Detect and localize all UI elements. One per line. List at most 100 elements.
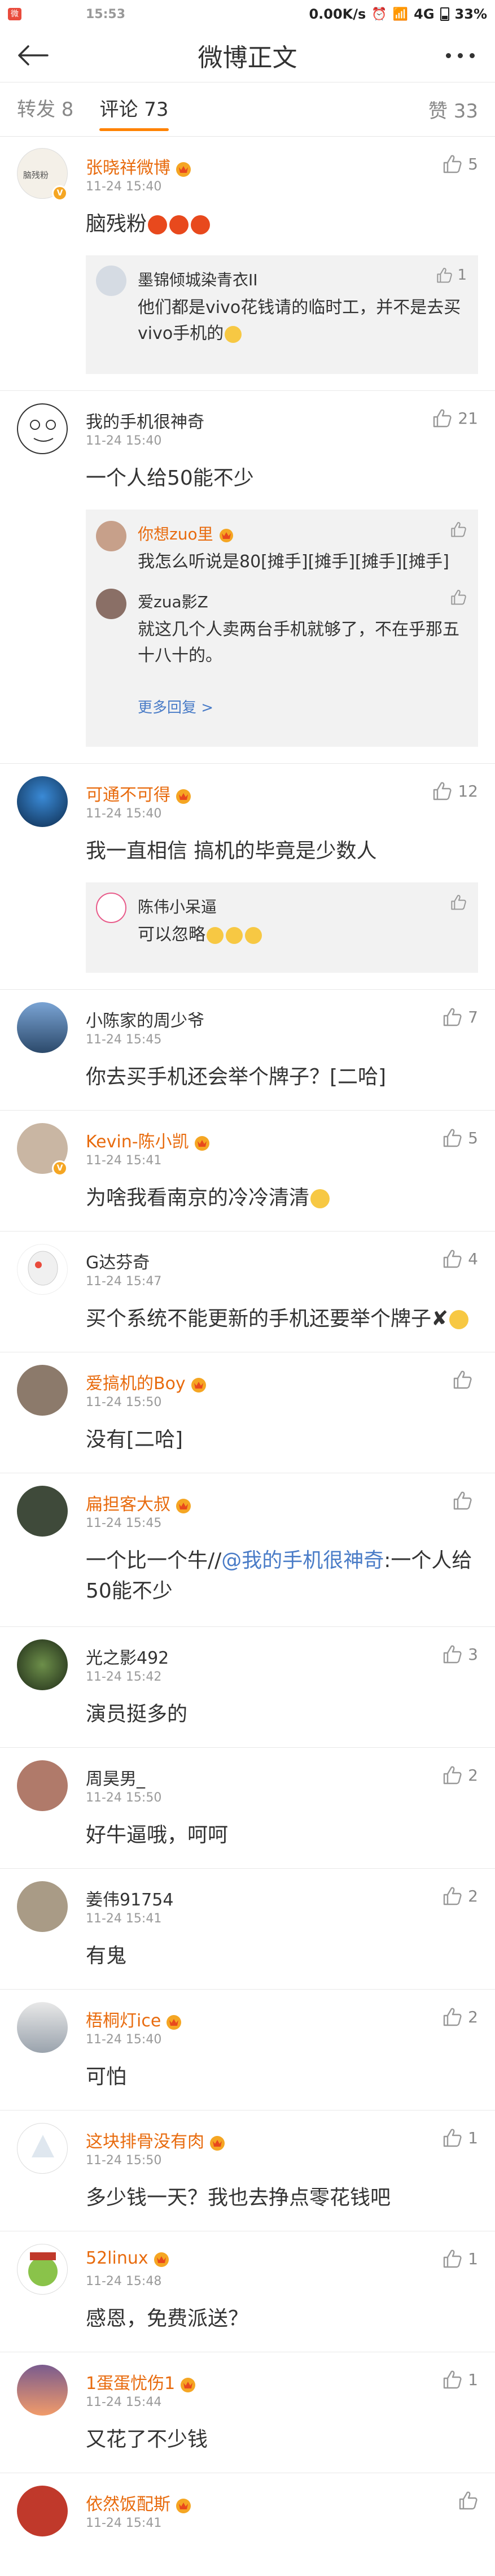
reply-box[interactable]: 墨锦倾城染青衣II 1 他们都是vivo花钱请的临时工，并不是去买vivo手机的	[86, 255, 478, 374]
more-options-icon[interactable]	[446, 53, 475, 58]
like-button[interactable]: 5	[442, 1128, 478, 1148]
comment-username[interactable]: 52linux	[86, 2248, 171, 2268]
avatar[interactable]	[17, 2244, 68, 2295]
wifi-icon: 📶	[392, 7, 409, 21]
avatar[interactable]	[17, 2002, 68, 2053]
comment-username[interactable]: 扁担客大叔	[86, 1490, 193, 1515]
reply-like-button[interactable]	[450, 894, 467, 911]
avatar[interactable]	[17, 2486, 68, 2536]
like-button[interactable]: 5	[442, 154, 478, 174]
reply-username[interactable]: 爱zua影Z	[138, 590, 208, 612]
like-button[interactable]: 1	[442, 2127, 478, 2148]
comment-item: 可通不可得 11-24 15:40 12 我一直相信 搞机的毕竟是少数人 陈伟小…	[0, 764, 495, 990]
tab-bar: 转发 8 评论 73 赞 33	[0, 82, 495, 137]
comment-username[interactable]: 这块排骨没有肉	[86, 2127, 227, 2152]
thumbs-up-icon	[442, 1886, 462, 1906]
like-button[interactable]: 1	[442, 2248, 478, 2269]
comment-time: 11-24 15:45	[86, 1516, 162, 1530]
tab-likes[interactable]: 赞 33	[428, 95, 478, 123]
like-button[interactable]: 2	[442, 2007, 478, 2027]
comment-username[interactable]: 光之影492	[86, 1644, 169, 1669]
reply-username[interactable]: 陈伟小呆逼	[138, 895, 217, 917]
avatar[interactable]	[17, 1244, 68, 1295]
avatar[interactable]	[17, 1881, 68, 1932]
reply-like-button[interactable]	[450, 521, 467, 538]
avatar[interactable]	[17, 1002, 68, 1053]
vip-crown-icon	[181, 2377, 196, 2392]
comment-username[interactable]: 周昊男_	[86, 1765, 145, 1790]
avatar[interactable]	[17, 776, 68, 827]
reply-like-button[interactable]	[450, 589, 467, 606]
reply-like-button[interactable]: 1	[436, 267, 467, 284]
like-button[interactable]: 12	[432, 781, 478, 801]
reply-username[interactable]: 墨锦倾城染青衣II	[138, 268, 258, 290]
comment-text: 一个人给50能不少	[86, 467, 254, 490]
thumbs-up-icon	[432, 781, 452, 801]
comment-username[interactable]: 1蛋蛋忧伤1	[86, 2369, 198, 2394]
reply-box[interactable]: 陈伟小呆逼 可以忽略	[86, 882, 478, 973]
comment-time: 11-24 15:41	[86, 1154, 162, 1168]
comment-text: 有鬼	[86, 1944, 127, 1968]
tab-comments[interactable]: 评论 73	[99, 82, 169, 137]
avatar[interactable]	[17, 403, 68, 454]
tab-reposts[interactable]: 转发 8	[17, 82, 73, 137]
comment-username[interactable]: 梧桐灯ice	[86, 2007, 183, 2031]
avatar[interactable]	[17, 2365, 68, 2416]
comment-time: 11-24 15:40	[86, 434, 162, 448]
like-button[interactable]	[452, 1369, 478, 1390]
comment-username[interactable]: 依然饭配斯	[86, 2490, 193, 2515]
avatar[interactable]	[17, 2123, 68, 2174]
like-count: 2	[468, 1886, 478, 1905]
comment-username[interactable]: 张晓祥微博	[86, 154, 193, 179]
like-count: 1	[468, 2370, 478, 2389]
avatar[interactable]	[17, 1365, 68, 1416]
comment-username[interactable]: G达芬奇	[86, 1248, 150, 1273]
like-button[interactable]: 4	[442, 1248, 478, 1269]
vip-crown-icon	[219, 529, 233, 542]
thumbs-up-icon	[450, 589, 467, 606]
avatar[interactable]	[17, 1760, 68, 1811]
reply-box[interactable]: 你想zuo里 我怎么听说是80[摊手][摊手][摊手][摊手] 爱zua影Z 就…	[86, 510, 478, 747]
laugh-emoji-icon	[245, 926, 262, 944]
like-button[interactable]: 21	[432, 408, 478, 428]
reply-avatar[interactable]	[96, 266, 126, 296]
vip-crown-icon	[210, 2135, 225, 2151]
comment-username[interactable]: 爱搞机的Boy	[86, 1369, 208, 1394]
like-button[interactable]: 2	[442, 1886, 478, 1906]
comment-username[interactable]: 可通不可得	[86, 781, 193, 806]
mention-link[interactable]: @我的手机很神奇	[221, 1549, 384, 1572]
comment-username[interactable]: 我的手机很神奇	[86, 408, 204, 433]
comment-item: G达芬奇 11-24 15:47 4 买个系统不能更新的手机还要举个牌子✘	[0, 1232, 495, 1352]
comment-text: 你去买手机还会举个牌子？[二哈]	[86, 1065, 387, 1089]
comment-username[interactable]: Kevin-陈小凯	[86, 1128, 212, 1152]
reply-avatar[interactable]	[96, 521, 126, 551]
vip-crown-icon	[176, 1498, 191, 1513]
thumbs-up-icon	[432, 408, 452, 428]
reply-avatar[interactable]	[96, 893, 126, 923]
comment-item: 依然饭配斯 11-24 15:41	[0, 2473, 495, 2558]
comment-username[interactable]: 小陈家的周少爷	[86, 1007, 204, 1032]
comment-item: 光之影492 11-24 15:42 3 演员挺多的	[0, 1627, 495, 1748]
like-button[interactable]: 2	[442, 1765, 478, 1785]
like-button[interactable]	[452, 1490, 478, 1511]
comment-time: 11-24 15:41	[86, 1912, 162, 1926]
network-type: 4G	[414, 6, 435, 22]
laugh-emoji-icon	[226, 926, 243, 944]
comment-text: 脑残粉	[86, 209, 478, 240]
more-replies-link[interactable]: 更多回复 >	[138, 696, 213, 717]
smile-emoji-icon	[225, 325, 242, 343]
comment-username[interactable]: 姜伟91754	[86, 1886, 173, 1911]
avatar[interactable]	[17, 1486, 68, 1537]
like-button[interactable]	[458, 2490, 478, 2510]
angry-emoji-icon	[148, 215, 168, 234]
like-button[interactable]: 1	[442, 2369, 478, 2390]
comment-time: 11-24 15:50	[86, 1791, 162, 1805]
reply-username[interactable]: 你想zuo里	[138, 522, 236, 545]
reply-avatar[interactable]	[96, 589, 126, 619]
like-button[interactable]: 3	[442, 1644, 478, 1664]
thumbs-up-icon	[442, 1007, 462, 1027]
back-arrow-icon[interactable]	[17, 45, 49, 66]
avatar[interactable]	[17, 1639, 68, 1690]
like-button[interactable]: 7	[442, 1007, 478, 1027]
like-count: 12	[458, 781, 478, 800]
